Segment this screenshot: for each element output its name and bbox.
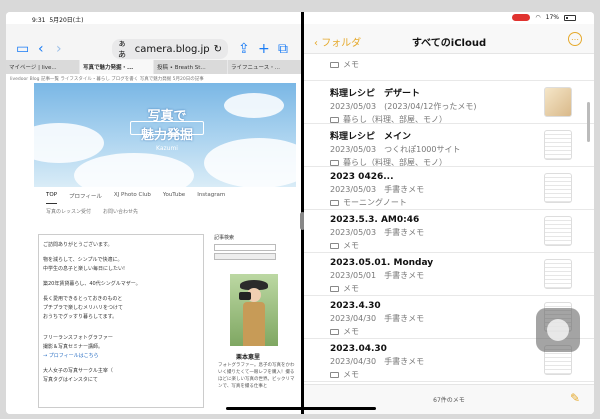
folder-icon	[330, 242, 339, 249]
post-line: 物を減らして、シンプルで快適に。	[43, 257, 123, 263]
notes-title: すべてのiCloud	[411, 38, 487, 49]
tab-1[interactable]: マイページ | live...	[6, 60, 79, 74]
battery-text: 17%	[545, 14, 559, 21]
blog-header-bar: livedoor Blog 記事一覧 ライフスタイル・暮らし ブログを書く 写真…	[10, 77, 204, 82]
tab-4[interactable]: ライフニュース・...	[228, 60, 301, 74]
note-title: 料理レシピ デザート	[330, 89, 421, 99]
post-line: 大人女子の写真サークル主宰（	[43, 368, 113, 374]
list-item[interactable]: メモ	[304, 59, 594, 81]
list-item[interactable]: 2023.05.01. Monday 2023/05/01 手書きメモ メモ	[304, 253, 594, 296]
forward-icon[interactable]: ›	[56, 42, 62, 56]
note-thumbnail	[544, 87, 572, 117]
compose-note-icon[interactable]: ✎	[570, 391, 580, 405]
tabs-overview-icon[interactable]: ⧉	[278, 42, 288, 56]
note-title: 2023.4.30	[330, 301, 381, 311]
nav-youtube[interactable]: YouTube	[163, 192, 185, 204]
ipad-screen: 9:31 5月20日(土) ▭ ‹ › ぁあ camera.blog.jp ↻ …	[6, 12, 594, 414]
note-title: 2023.05.01. Monday	[330, 258, 434, 268]
author-bio: フォトグラファー。息子の写真をかわいく撮りたくて一眼レフを購入！撮るほどに楽しい…	[218, 363, 295, 389]
note-title: 2023 0426...	[330, 172, 394, 182]
note-thumbnail	[544, 259, 572, 289]
list-item[interactable]: 2023.5.3. AM0:46 2023/05/03 手書きメモ メモ	[304, 210, 594, 253]
notes-header: ‹ フォルダ すべてのiCloud …	[304, 24, 594, 54]
note-title: 料理レシピ メイン	[330, 132, 412, 142]
nav-contact[interactable]: お問い合わせ先	[103, 208, 138, 218]
post-line: 築20年賃貸暮らし、40代シングルマザー。	[43, 281, 141, 287]
blog-sidebar: 記事検索 栗本恵里 フォトグラファー。息子の写真をかわいく撮りたくて一眼レフを購…	[214, 234, 295, 408]
post-line: プチプラで楽しむメリハリをつけて	[43, 305, 124, 311]
blog-banner: 写真で 魅力発掘 Kazumi	[34, 83, 296, 187]
blog-intro-box: ご訪問ありがとうございます。 物を減らして、シンプルで快適に。 中学生の息子と楽…	[38, 234, 204, 408]
recording-indicator	[512, 14, 531, 21]
share-icon[interactable]: ⇪	[238, 42, 250, 56]
post-line: 撮影＆写真セミナー講師。	[43, 344, 104, 350]
post-line: 長く愛用できるとっておきのものと	[43, 296, 123, 302]
blog-emblem: 写真で 魅力発掘 Kazumi	[122, 97, 212, 173]
blog-search-input[interactable]	[214, 244, 276, 251]
note-thumbnail	[544, 130, 572, 160]
banner-sub: Kazumi	[156, 145, 178, 152]
safari-pane: 9:31 5月20日(土) ▭ ‹ › ぁあ camera.blog.jp ↻ …	[6, 12, 301, 414]
sidebar-icon[interactable]: ▭	[16, 42, 29, 56]
battery-icon	[564, 14, 576, 21]
list-item[interactable]: 2023 0426... 2023/05/03 手書きメモ モーニングノート	[304, 167, 594, 210]
post-line: ご訪問ありがとうございます。	[43, 242, 113, 248]
folder-icon	[330, 371, 339, 378]
reload-icon[interactable]: ↻	[214, 44, 222, 55]
status-bar-right: ◠ 17%	[304, 12, 594, 24]
blog-nav: TOP プロフィール XJ Photo Club YouTube Instagr…	[34, 192, 296, 204]
post-line: フリーランスフォトグラファー	[43, 335, 113, 341]
nav-instagram[interactable]: Instagram	[197, 192, 225, 204]
list-item[interactable]: 料理レシピ メイン 2023/05/03 つくれぽ1000サイト 暮らし（料理、…	[304, 124, 594, 167]
folder-icon	[330, 199, 339, 206]
tab-bar: マイページ | live... 写真で魅力発掘・... 投稿 • Breath …	[6, 60, 301, 74]
tab-3[interactable]: 投稿 • Breath St...	[154, 60, 227, 74]
nav-top[interactable]: TOP	[46, 192, 58, 204]
post-line: 写真タグはインスタにて	[43, 377, 98, 383]
folder-icon	[330, 159, 339, 166]
blog-nav-2: 写真のレッスン受付 お問い合わせ先	[34, 208, 296, 218]
tab-2[interactable]: 写真で魅力発掘・...	[80, 60, 153, 74]
reader-aa-button[interactable]: ぁあ	[118, 38, 131, 60]
note-thumbnail	[544, 216, 572, 246]
list-item[interactable]: 料理レシピ デザート 2023/05/03 (2023/04/12作ったメモ) …	[304, 81, 594, 124]
notes-pane: ◠ 17% ‹ フォルダ すべてのiCloud … メモ 料理レシピ デザート …	[304, 12, 594, 414]
note-title: 2023.5.3. AM0:46	[330, 215, 420, 225]
back-icon[interactable]: ‹	[38, 42, 44, 56]
safari-toolbar: ▭ ‹ › ぁあ camera.blog.jp ↻ ⇪ + ⧉	[6, 24, 301, 60]
author-photo	[230, 274, 278, 346]
nav-lesson[interactable]: 写真のレッスン受付	[46, 208, 91, 218]
more-options-icon[interactable]: …	[568, 32, 582, 46]
home-indicator[interactable]	[226, 407, 376, 410]
assistive-touch-button[interactable]	[536, 308, 580, 352]
blog-search-button[interactable]	[214, 253, 276, 260]
note-thumbnail	[544, 173, 572, 203]
address-bar[interactable]: ぁあ camera.blog.jp ↻	[112, 39, 228, 59]
new-tab-icon[interactable]: +	[258, 42, 270, 56]
nav-profile[interactable]: プロフィール	[69, 192, 102, 204]
search-label: 記事検索	[214, 235, 235, 241]
folder-icon	[330, 61, 339, 68]
nav-photo-club[interactable]: XJ Photo Club	[114, 192, 151, 204]
profile-link[interactable]: → プロフィールはこちら	[43, 352, 199, 361]
address-text: camera.blog.jp	[134, 43, 210, 55]
folder-icon	[330, 328, 339, 335]
note-title: 2023.04.30	[330, 344, 387, 354]
status-time: 9:31 5月20日(土)	[32, 17, 84, 24]
folder-icon	[330, 116, 339, 123]
author-name: 栗本恵里	[236, 354, 261, 361]
post-line: 中学生の息子と楽しい毎日にしたい!	[43, 266, 126, 272]
post-line: おうちでグッすり暮らしてます。	[43, 314, 118, 320]
wifi-icon: ◠	[535, 14, 541, 21]
folder-icon	[330, 285, 339, 292]
notes-count: 67件のメモ	[433, 397, 465, 404]
notes-scrollbar[interactable]	[587, 102, 590, 142]
